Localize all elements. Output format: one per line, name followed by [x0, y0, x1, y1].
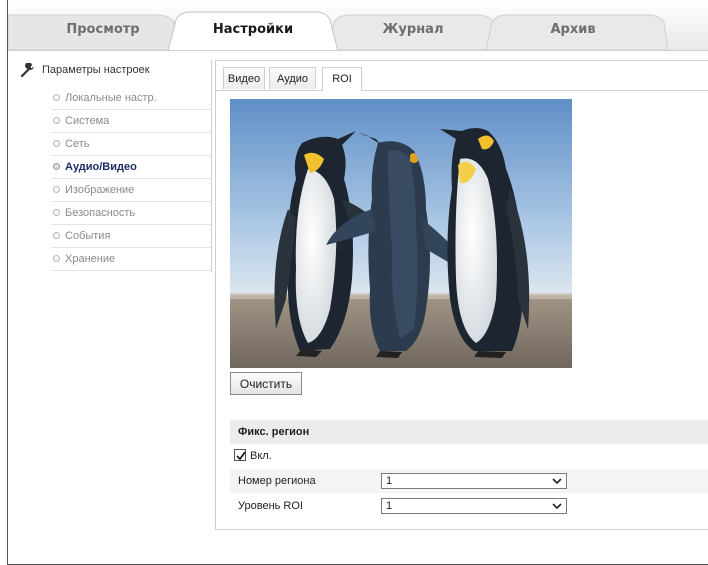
enable-label: Вкл.: [250, 450, 272, 462]
bullet-icon: [53, 94, 60, 101]
subtab-video[interactable]: Видео: [223, 67, 265, 89]
bullet-icon: [53, 163, 60, 170]
chevron-down-icon: [552, 478, 562, 485]
roi-preview-image[interactable]: [230, 99, 572, 368]
roi-level-label: Уровень ROI: [238, 500, 303, 512]
enable-checkbox[interactable]: [234, 449, 246, 461]
chevron-down-icon: [552, 503, 562, 510]
bullet-icon: [53, 232, 60, 239]
checkmark-icon: [236, 451, 246, 461]
top-tab-bar: Просмотр Настройки Журнал Архив: [8, 0, 708, 51]
sidebar-item-label: События: [65, 230, 111, 242]
sub-tab-bar: Видео Аудио ROI: [216, 65, 708, 91]
sidebar-item-local[interactable]: Локальные настр.: [51, 87, 211, 110]
sidebar-item-system[interactable]: Система: [51, 110, 211, 133]
roi-level-select[interactable]: 1: [381, 498, 567, 514]
roi-level-row: Уровень ROI 1: [230, 494, 708, 518]
bullet-icon: [53, 140, 60, 147]
sidebar-item-audio-video[interactable]: Аудио/Видео: [51, 156, 211, 179]
subtab-roi[interactable]: ROI: [322, 67, 362, 91]
sidebar-header: Параметры настроек: [20, 60, 150, 80]
sidebar-item-label: Аудио/Видео: [65, 161, 137, 173]
content-panel: Видео Аудио ROI Очистить Фикс. регион Вк…: [215, 60, 708, 530]
region-number-select[interactable]: 1: [381, 473, 567, 489]
tab-journal[interactable]: Журнал: [353, 20, 473, 40]
clear-button[interactable]: Очистить: [230, 372, 302, 395]
tab-settings[interactable]: Настройки: [193, 20, 313, 40]
sub-tab-divider: [216, 90, 708, 91]
subtab-audio[interactable]: Аудио: [269, 67, 316, 89]
sidebar-item-label: Локальные настр.: [65, 92, 157, 104]
settings-sidebar: Параметры настроек Локальные настр. Сист…: [8, 60, 212, 272]
sidebar-item-label: Хранение: [65, 253, 116, 265]
tab-view[interactable]: Просмотр: [48, 20, 158, 40]
sidebar-menu: Локальные настр. Система Сеть Аудио/Виде…: [51, 87, 211, 271]
fixed-region-header: Фикс. регион: [230, 420, 708, 444]
region-number-label: Номер региона: [238, 475, 316, 487]
sidebar-item-network[interactable]: Сеть: [51, 133, 211, 156]
sidebar-item-label: Система: [65, 115, 110, 127]
enable-row: Вкл.: [230, 444, 708, 468]
tab-archive[interactable]: Архив: [513, 20, 633, 40]
bullet-icon: [53, 186, 60, 193]
bullet-icon: [53, 117, 60, 124]
sidebar-item-label: Безопасность: [65, 207, 136, 219]
sidebar-item-security[interactable]: Безопасность: [51, 202, 211, 225]
wrench-icon: [20, 63, 34, 77]
sidebar-item-label: Изображение: [65, 184, 135, 196]
bullet-icon: [53, 209, 60, 216]
roi-level-value: 1: [386, 500, 393, 512]
region-number-row: Номер региона 1: [230, 469, 708, 493]
sidebar-item-label: Сеть: [65, 138, 90, 150]
sidebar-item-image[interactable]: Изображение: [51, 179, 211, 202]
sidebar-header-label: Параметры настроек: [42, 64, 150, 76]
region-number-value: 1: [386, 475, 393, 487]
bullet-icon: [53, 255, 60, 262]
sidebar-item-storage[interactable]: Хранение: [51, 248, 211, 271]
sidebar-item-events[interactable]: События: [51, 225, 211, 248]
penguins-photo: [230, 99, 572, 368]
